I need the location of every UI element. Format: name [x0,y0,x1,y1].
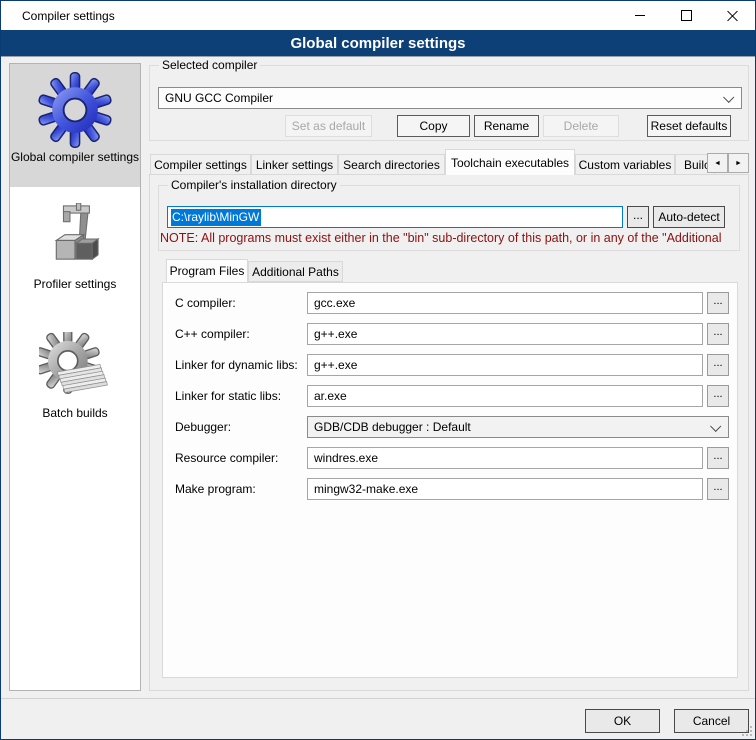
chevron-down-icon [710,421,721,432]
scroll-left-icon: ◄ [714,160,721,167]
tab-custom-variables[interactable]: Custom variables [575,154,675,175]
ok-button[interactable]: OK [585,709,660,733]
compiler-settings-dialog: Compiler settings Global compiler settin… [0,0,756,740]
footer-divider [1,698,756,699]
linker-static-input[interactable] [307,385,703,407]
window-controls [617,1,755,30]
selected-compiler-group-label: Selected compiler [159,58,260,72]
selected-compiler-value: GNU GCC Compiler [165,91,273,105]
settings-tabstrip: Compiler settings Linker settings Search… [149,149,749,175]
debugger-combobox[interactable]: GDB/CDB debugger : Default [307,416,729,438]
set-as-default-button[interactable]: Set as default [285,115,372,137]
linker-static-label: Linker for static libs: [175,385,281,407]
resource-compiler-input[interactable] [307,447,703,469]
c-compiler-browse-button[interactable]: ... [707,292,729,314]
scroll-right-icon: ► [735,160,742,167]
sidebar-item-profiler-settings[interactable]: Profiler settings [10,195,140,292]
resource-compiler-browse-button[interactable]: ... [707,447,729,469]
copy-button[interactable]: Copy [397,115,470,137]
minimize-icon [635,15,645,16]
program-files-page: C compiler: ... C++ compiler: ... Linker… [162,282,738,678]
tab-scroll-left-button[interactable]: ◄ [707,153,728,173]
caliper-cubes-icon [39,203,111,275]
maximize-icon [681,10,692,21]
sidebar-item-global-compiler-settings[interactable]: Global compiler settings [10,64,140,187]
cpp-compiler-input[interactable] [307,323,703,345]
maximize-button[interactable] [663,1,709,30]
tab-scroll-buttons: ◄ ► [707,153,749,173]
minimize-button[interactable] [617,1,663,30]
make-program-label: Make program: [175,478,256,500]
toolchain-executables-panel: Compiler's installation directory C:\ray… [149,174,749,691]
selected-compiler-group: Selected compiler GNU GCC Compiler Set a… [149,65,749,141]
rename-button[interactable]: Rename [474,115,539,137]
subtab-additional-paths[interactable]: Additional Paths [248,261,343,282]
make-program-input[interactable] [307,478,703,500]
titlebar: Compiler settings [1,1,755,30]
page-title: Global compiler settings [1,30,755,57]
gray-gear-papers-icon [39,332,111,404]
make-program-browse-button[interactable]: ... [707,478,729,500]
delete-button[interactable]: Delete [543,115,619,137]
install-dir-note: NOTE: All programs must exist either in … [160,231,738,245]
reset-defaults-button[interactable]: Reset defaults [647,115,731,137]
sidebar-item-label: Profiler settings [10,277,140,292]
tab-scroll-right-button[interactable]: ► [728,153,749,173]
sidebar-item-label: Batch builds [10,406,140,421]
cpp-compiler-browse-button[interactable]: ... [707,323,729,345]
tab-linker-settings[interactable]: Linker settings [251,154,338,175]
close-button[interactable] [709,1,755,30]
selected-compiler-combobox[interactable]: GNU GCC Compiler [158,87,742,109]
blue-gear-icon [37,72,113,148]
settings-sidebar: Global compiler settings [9,63,141,691]
main-content: Selected compiler GNU GCC Compiler Set a… [149,57,749,697]
linker-dynamic-input[interactable] [307,354,703,376]
install-dir-input[interactable]: C:\raylib\MinGW [167,206,623,228]
c-compiler-input[interactable] [307,292,703,314]
tab-compiler-settings[interactable]: Compiler settings [150,154,251,175]
debugger-value: GDB/CDB debugger : Default [314,420,471,434]
auto-detect-button[interactable]: Auto-detect [653,206,725,228]
subtab-program-files[interactable]: Program Files [166,259,248,282]
sidebar-item-label: Global compiler settings [10,150,140,165]
resize-grip[interactable] [741,725,753,737]
install-dir-selected-text: C:\raylib\MinGW [171,209,261,226]
window-title: Compiler settings [22,9,115,23]
install-dir-browse-button[interactable]: ... [627,206,649,228]
tab-search-directories[interactable]: Search directories [338,154,445,175]
c-compiler-label: C compiler: [175,292,236,314]
debugger-label: Debugger: [175,416,231,438]
resource-compiler-label: Resource compiler: [175,447,278,469]
sidebar-item-batch-builds[interactable]: Batch builds [10,324,140,421]
linker-dynamic-browse-button[interactable]: ... [707,354,729,376]
linker-static-browse-button[interactable]: ... [707,385,729,407]
tab-toolchain-executables[interactable]: Toolchain executables [445,149,575,175]
install-dir-group-label: Compiler's installation directory [168,178,340,192]
close-icon [727,10,738,21]
cpp-compiler-label: C++ compiler: [175,323,250,345]
linker-dynamic-label: Linker for dynamic libs: [175,354,298,376]
cancel-button[interactable]: Cancel [674,709,749,733]
chevron-down-icon [723,92,734,103]
